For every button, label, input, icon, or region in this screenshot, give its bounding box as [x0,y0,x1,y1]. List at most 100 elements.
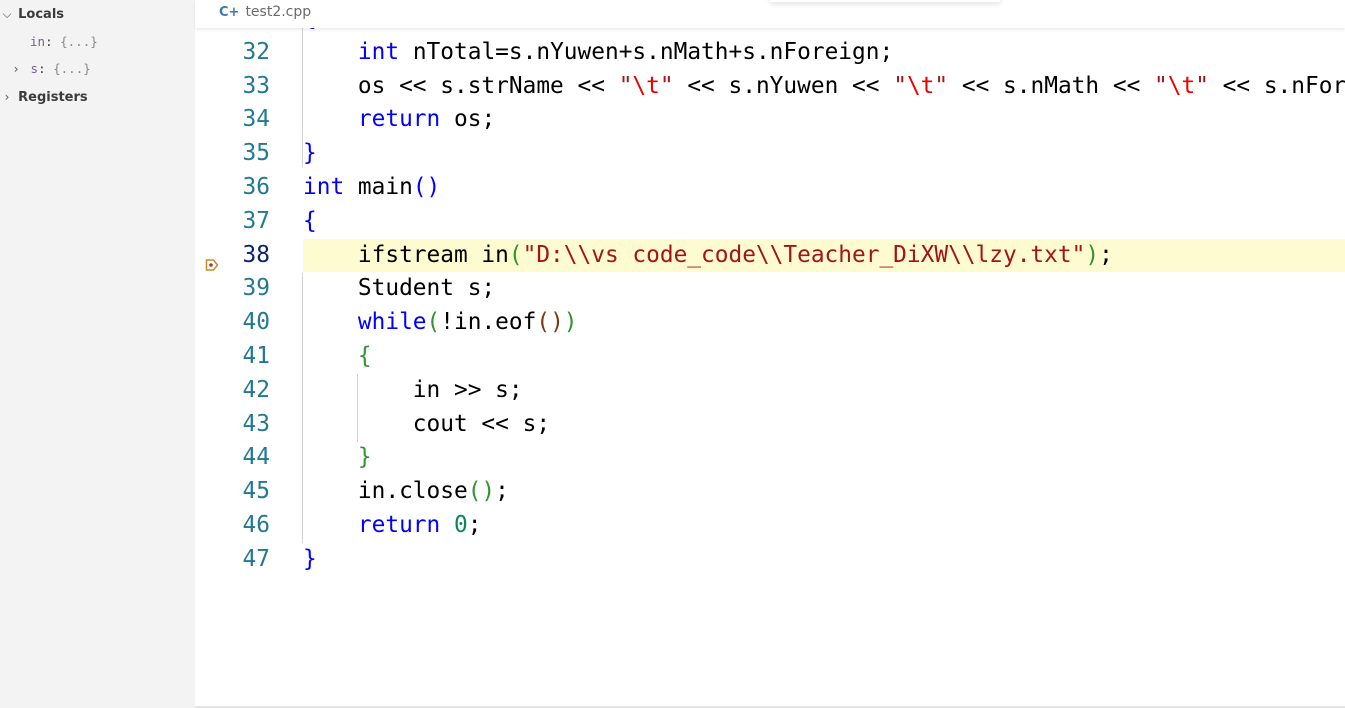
line-number: 43 [242,410,270,437]
code-token: ( [426,309,441,336]
code-token: Student s; [303,275,496,302]
code-line[interactable]: 34 return os; [195,103,1345,137]
variable-value: {...} [60,34,98,49]
code-token: () [412,174,441,200]
current-statement-breakpoint-icon[interactable] [205,249,219,271]
code-line[interactable]: 41 { [195,340,1345,374]
code-token: \t [632,72,660,99]
code-token: } [303,545,317,572]
locals-section-header[interactable]: ⌵ Locals [0,3,64,25]
line-number: 34 [242,106,270,133]
code-text: ifstream in("D:\\vs code_code\\Teacher_D… [303,238,1345,273]
line-number: 46 [242,512,270,538]
code-line[interactable]: 44 } [195,441,1345,475]
code-token: 0 [454,512,468,538]
code-text: in >> s; [303,374,1345,408]
code-line[interactable]: 33 os << s.strName << "\t" << s.nYuwen <… [195,70,1345,104]
code-line[interactable]: 45 in.close(); [195,475,1345,509]
code-token: int [303,174,345,200]
code-token: os; [440,106,496,133]
code-text: while(!in.eof()) [303,306,1345,340]
chevron-down-icon: ⌵ [2,7,12,21]
locals-label: Locals [18,7,65,22]
code-text: } [303,137,1345,171]
code-token: " [934,72,949,99]
variable-s[interactable]: › s: {...} [9,58,91,80]
code-token: () [467,478,496,505]
tab-label: test2.cpp [245,4,312,20]
line-number: 41 [242,343,270,369]
code-token: \t [1167,72,1196,99]
code-text: { [303,340,1345,374]
line-number: 44 [242,444,270,471]
code-text: { [303,205,1345,239]
code-text: return os; [303,103,1345,137]
line-number: 32 [242,38,270,65]
code-line[interactable]: 43 cout << s; [195,408,1345,442]
code-token: ifstream in [303,241,509,268]
code-line[interactable]: 36 int main() [195,171,1345,205]
code-line[interactable]: 46 return 0; [195,509,1345,543]
code-token: cout << s; [303,410,551,437]
code-token: << s.nYuwen << [673,72,894,99]
code-text: int nTotal=s.nYuwen+s.nMath+s.nForeign; [303,36,1345,70]
code-token: ; [467,512,482,538]
code-line[interactable]: 39 Student s; [195,272,1345,306]
code-line[interactable]: 47} [195,543,1345,577]
registers-section-header[interactable]: › Registers [0,86,88,108]
chevron-right-icon: › [4,90,10,104]
code-line[interactable]: 40 while(!in.eof()) [195,306,1345,340]
code-line[interactable]: 38 ifstream in("D:\\vs code_code\\Teache… [195,238,1345,273]
code-text: in.close(); [303,475,1345,509]
code-text: os << s.strName << "\t" << s.nYuwen << "… [303,70,1345,104]
code-token: { [357,343,372,369]
line-number: 42 [242,376,270,403]
line-number: 39 [242,275,270,302]
line-number: 47 [242,545,270,572]
code-token: ) [1085,241,1100,268]
code-text: return 0; [303,509,1345,543]
code-text: } [303,543,1345,577]
code-token: ( [508,241,523,268]
code-token: ; [495,478,509,505]
code-token: return [357,106,441,133]
code-line[interactable]: 35} [195,137,1345,171]
code-token: " [893,72,907,99]
code-token: in >> s; [303,376,523,403]
code-token: return [357,512,441,538]
code-token: \t [906,72,935,99]
code-token: " [618,72,633,99]
line-number: 33 [242,72,270,99]
line-number: 45 [242,478,270,505]
code-token: in.close [303,478,468,505]
code-token: "D:\\vs code_code\\Teacher_DiXW\\lzy.txt… [522,241,1086,268]
code-token: { [303,207,317,234]
variable-value: {...} [53,61,91,76]
code-line[interactable]: 37 { [195,205,1345,239]
hover-widget [770,0,1000,2]
chevron-right-icon: › [12,62,20,76]
line-number: 37 [242,207,270,234]
code-token: ; [1099,241,1113,268]
cpp-file-icon: C+ [219,5,240,20]
editor-tab-bar: C+ test2.cpp [195,0,1345,28]
line-number: 35 [242,140,270,167]
code-text: } [303,441,1345,475]
code-token: } [303,140,317,167]
variable-in[interactable]: in: {...} [30,31,98,53]
code-line[interactable]: 42 in >> s; [195,374,1345,408]
code-editor[interactable]: 31{32 int nTotal=s.nYuwen+s.nMath+s.nFor… [195,0,1345,708]
code-token: " [1154,72,1168,99]
tab-test2-cpp[interactable]: C+ test2.cpp [219,4,311,20]
code-token: ) [563,309,578,336]
code-line[interactable]: 32 int nTotal=s.nYuwen+s.nMath+s.nForeig… [195,36,1345,70]
variable-name: in [30,34,46,49]
code-token: while [357,309,427,336]
debug-variables-panel: ⌵ Locals in: {...} › s: {...} › Register… [0,0,195,708]
code-token: << s.nFor [1208,72,1345,99]
code-text: Student s; [303,272,1345,306]
